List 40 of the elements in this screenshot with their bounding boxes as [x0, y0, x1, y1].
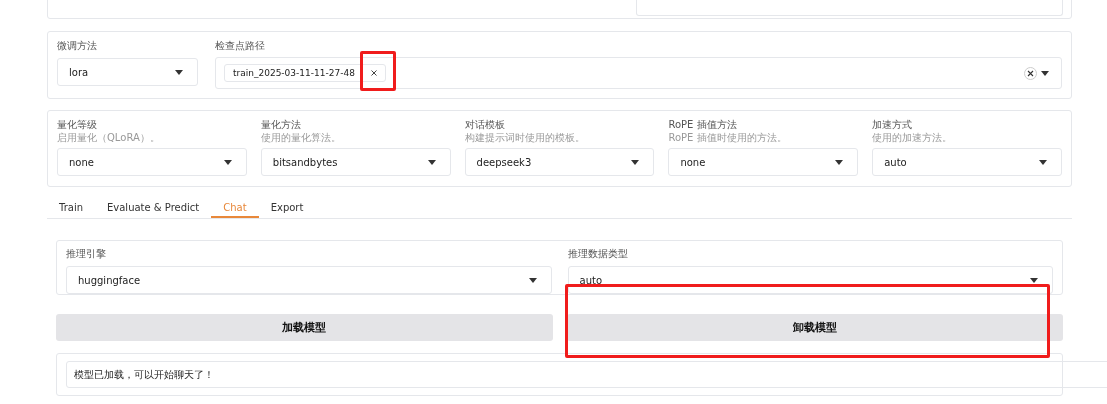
dropdown[interactable]: auto [872, 148, 1062, 176]
clear-icon[interactable] [1024, 66, 1037, 80]
caret-icon [1030, 277, 1038, 283]
field-label: 检查点路径 [215, 39, 266, 53]
caret-icon [1041, 70, 1049, 76]
highlight-frame [360, 51, 396, 91]
caret-icon [528, 277, 537, 283]
action-button[interactable]: 卸载模型 [566, 314, 1063, 341]
multiselect-field[interactable]: train_2025-03-11-11-27-48 [215, 57, 1062, 89]
dropdown[interactable]: none [57, 148, 247, 176]
remove-icon[interactable] [370, 70, 377, 76]
field-label: 对话模板 [464, 118, 506, 132]
field-hint: 构建提示词时使用的模板。 [464, 132, 586, 144]
field-label: 加速方式 [872, 118, 914, 132]
field-label: 推理数据类型 [567, 247, 629, 261]
dropdown[interactable]: huggingface [66, 266, 552, 294]
dropdown[interactable]: lora [57, 58, 198, 86]
caret-icon [175, 69, 183, 75]
caret-icon [427, 159, 436, 165]
field-label: RoPE 插值方法 [668, 118, 738, 132]
caret-icon [835, 159, 844, 165]
field-label: 量化等级 [57, 118, 98, 132]
field-label: 微调方法 [57, 39, 98, 53]
dropdown[interactable]: bitsandbytes [260, 148, 451, 176]
action-button[interactable]: 加载模型 [56, 314, 553, 341]
caret-icon [1039, 159, 1047, 165]
tab[interactable]: Export [258, 198, 316, 218]
tab[interactable]: Evaluate & Predict [95, 198, 212, 218]
field-label: 量化方法 [260, 118, 302, 132]
field-hint: 使用的加速方法。 [872, 132, 954, 144]
field-label: 推理引擎 [66, 247, 107, 261]
field-hint: 使用的量化算法。 [260, 132, 342, 144]
tag-label: train_2025-03-11-11-27-48 [233, 68, 355, 78]
tab[interactable]: Train [47, 198, 95, 218]
field-hint: 启用量化（QLoRA）。 [57, 132, 161, 144]
dropdown[interactable]: deepseek3 [464, 148, 655, 176]
caret-icon [223, 159, 232, 165]
caret-icon [631, 159, 640, 165]
dropdown[interactable]: none [668, 148, 859, 176]
field-hint: RoPE 插值时使用的方法。 [668, 132, 788, 144]
